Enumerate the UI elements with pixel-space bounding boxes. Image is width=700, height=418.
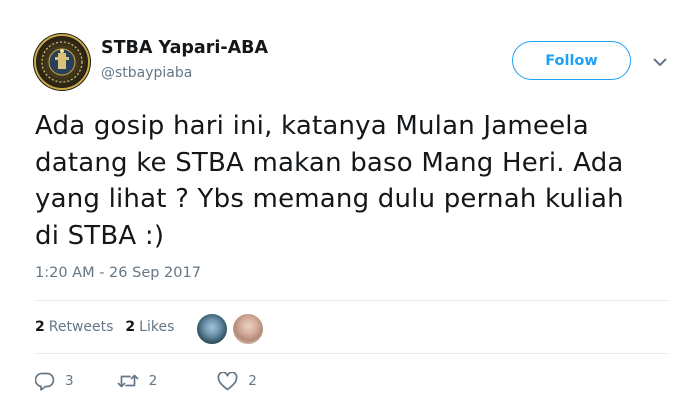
divider <box>35 353 668 354</box>
user-handle[interactable]: @stbaypiaba <box>101 65 192 81</box>
tweet-text: Ada gosip hari ini, katanya Mulan Jameel… <box>35 108 685 254</box>
tweet-card: STBA Yapari-ABA @stbaypiaba Follow Ada g… <box>0 0 700 418</box>
tweet-actions: 3 2 2 <box>35 370 257 392</box>
like-count: 2 <box>248 373 257 389</box>
liker-avatar[interactable] <box>232 313 264 345</box>
likes-stat[interactable]: 2 Likes <box>125 319 186 335</box>
tweet-text-line: di STBA :) <box>35 220 165 251</box>
likes-count: 2 <box>125 319 136 335</box>
avatar[interactable] <box>33 33 91 91</box>
retweets-stat[interactable]: 2 Retweets <box>35 319 125 335</box>
likes-label: Likes <box>139 319 175 335</box>
tweet-text-line: Ada gosip hari ini, katanya Mulan Jameel… <box>35 111 589 141</box>
liker-avatar[interactable] <box>196 313 228 345</box>
display-name[interactable]: STBA Yapari-ABA <box>101 38 268 58</box>
tweet-stats: 2 Retweets 2 Likes <box>35 317 186 337</box>
likers-avatars <box>196 313 268 345</box>
chevron-down-icon <box>653 58 667 66</box>
retweet-icon <box>117 374 138 388</box>
like-button[interactable]: 2 <box>217 371 257 391</box>
divider <box>35 300 668 301</box>
retweets-label: Retweets <box>48 319 114 335</box>
follow-button[interactable]: Follow <box>512 41 631 80</box>
heart-icon <box>217 371 238 390</box>
retweet-button[interactable]: 2 <box>117 372 158 390</box>
more-options-button[interactable] <box>650 54 670 70</box>
retweets-count: 2 <box>35 319 45 335</box>
tweet-text-line: yang lihat ? Ybs memang dulu pernah kuli… <box>35 184 624 214</box>
tweet-timestamp[interactable]: 1:20 AM - 26 Sep 2017 <box>35 265 201 281</box>
tweet-text-line: datang ke STBA makan baso Mang Heri. Ada <box>35 147 624 178</box>
reply-count: 3 <box>65 373 74 389</box>
retweet-count: 2 <box>148 373 158 389</box>
reply-button[interactable]: 3 <box>35 372 74 391</box>
reply-icon <box>35 372 55 391</box>
